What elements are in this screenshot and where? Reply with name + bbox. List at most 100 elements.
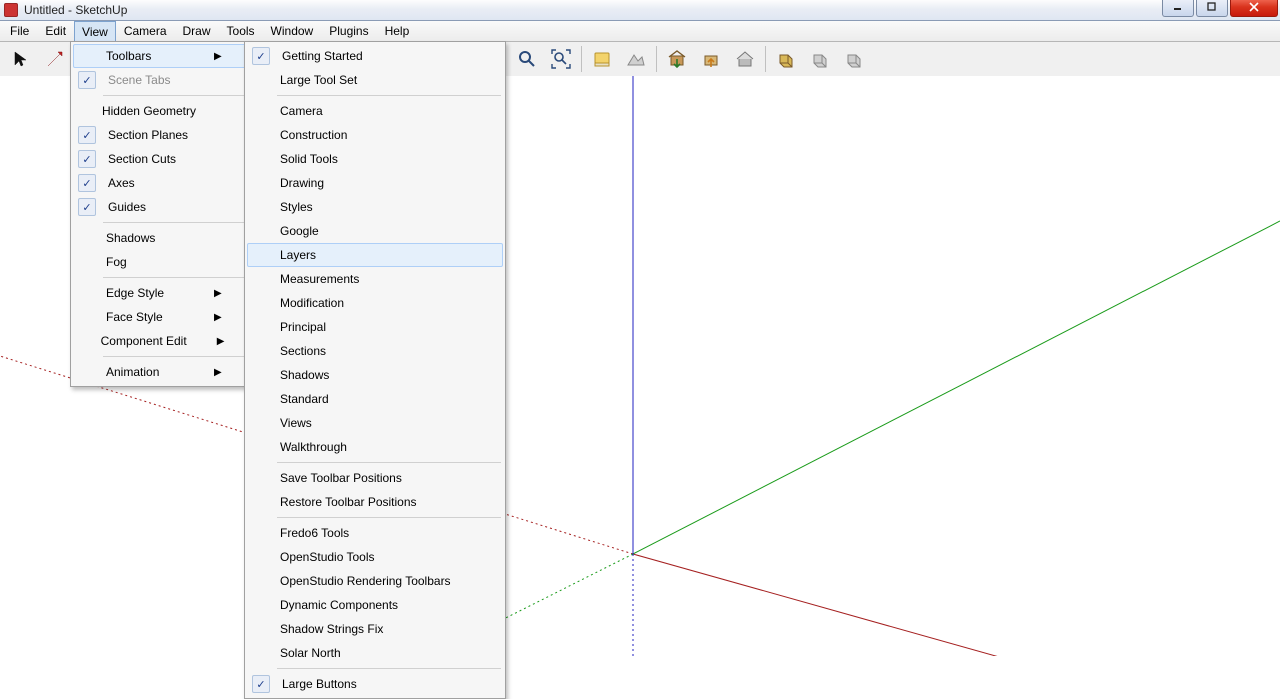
menu-item-label: Shadows xyxy=(98,231,226,245)
view-menu-item[interactable]: Animation▶ xyxy=(73,360,247,384)
menu-item-label: Hidden Geometry xyxy=(94,104,226,118)
warehouse-share-tool[interactable] xyxy=(695,43,727,75)
view-menu-item[interactable]: ✓Section Cuts xyxy=(73,147,247,171)
menu-draw[interactable]: Draw xyxy=(175,21,219,41)
zoom-extents-tool[interactable] xyxy=(545,43,577,75)
check-icon xyxy=(74,251,98,273)
toolbars-menu-item[interactable]: Principal xyxy=(247,315,503,339)
menu-item-label: Sections xyxy=(272,344,482,358)
toolbars-menu-separator xyxy=(277,517,501,518)
menu-item-label: Google xyxy=(272,224,482,238)
menu-camera[interactable]: Camera xyxy=(116,21,175,41)
view-menu-item[interactable]: Hidden Geometry xyxy=(73,99,247,123)
box-tool-1[interactable] xyxy=(770,43,802,75)
close-button[interactable] xyxy=(1230,0,1278,17)
view-menu-separator xyxy=(103,277,245,278)
menu-edit[interactable]: Edit xyxy=(37,21,74,41)
toolbars-menu-item[interactable]: Sections xyxy=(247,339,503,363)
check-icon xyxy=(248,546,272,568)
menu-item-label: Shadows xyxy=(272,368,482,382)
toolbars-menu-separator xyxy=(277,462,501,463)
maximize-button[interactable] xyxy=(1196,0,1228,17)
box-tool-3[interactable] xyxy=(838,43,870,75)
toolbars-menu-item[interactable]: OpenStudio Tools xyxy=(247,545,503,569)
toolbars-menu-item[interactable]: Large Tool Set xyxy=(247,68,503,92)
toolbars-menu-item[interactable]: Layers xyxy=(247,243,503,267)
check-icon xyxy=(248,570,272,592)
toolbars-menu-item[interactable]: Camera xyxy=(247,99,503,123)
toolbar-separator-3 xyxy=(765,46,766,72)
menu-tools[interactable]: Tools xyxy=(219,21,263,41)
toolbars-menu-item[interactable]: Views xyxy=(247,411,503,435)
toolbars-menu-item[interactable]: Drawing xyxy=(247,171,503,195)
check-icon xyxy=(74,45,98,67)
zoom-tool[interactable] xyxy=(511,43,543,75)
toolbar-separator-1 xyxy=(581,46,582,72)
check-icon: ✓ xyxy=(78,71,96,89)
toolbars-menu-separator xyxy=(277,668,501,669)
view-menu-item[interactable]: Shadows xyxy=(73,226,247,250)
menu-item-label: Restore Toolbar Positions xyxy=(272,495,482,509)
view-menu-separator xyxy=(103,95,245,96)
toolbars-menu-item[interactable]: Solid Tools xyxy=(247,147,503,171)
menu-item-label: OpenStudio Rendering Toolbars xyxy=(272,574,482,588)
toolbars-menu-item[interactable]: Restore Toolbar Positions xyxy=(247,490,503,514)
check-icon xyxy=(248,316,272,338)
check-icon xyxy=(248,436,272,458)
check-icon xyxy=(248,618,272,640)
menu-help[interactable]: Help xyxy=(377,21,418,41)
check-icon xyxy=(248,69,272,91)
toolbars-menu-item[interactable]: Solar North xyxy=(247,641,503,665)
box-tool-2[interactable] xyxy=(804,43,836,75)
check-icon xyxy=(248,594,272,616)
toolbars-menu-item[interactable]: Dynamic Components xyxy=(247,593,503,617)
menu-item-label: Shadow Strings Fix xyxy=(272,622,482,636)
view-menu-item: ✓ Scene Tabs xyxy=(73,68,247,92)
toolbars-menu-item[interactable]: Shadow Strings Fix xyxy=(247,617,503,641)
menu-item-label: Fog xyxy=(98,255,226,269)
view-menu-item[interactable]: ✓Axes xyxy=(73,171,247,195)
toolbars-menu-item[interactable]: Standard xyxy=(247,387,503,411)
check-icon xyxy=(248,220,272,242)
view-menu-item[interactable]: ✓Section Planes xyxy=(73,123,247,147)
check-icon xyxy=(74,361,98,383)
check-icon xyxy=(248,292,272,314)
view-menu-item[interactable]: Toolbars▶ xyxy=(73,44,247,68)
toolbars-menu-item[interactable]: Modification xyxy=(247,291,503,315)
toolbars-menu-item[interactable]: Styles xyxy=(247,195,503,219)
minimize-button[interactable] xyxy=(1162,0,1194,17)
check-icon xyxy=(248,148,272,170)
menu-item-label: Scene Tabs xyxy=(100,73,226,87)
menu-window[interactable]: Window xyxy=(263,21,322,41)
menu-item-label: Modification xyxy=(272,296,482,310)
menu-view[interactable]: View xyxy=(74,21,116,41)
line-tool[interactable] xyxy=(39,43,71,75)
menu-file[interactable]: File xyxy=(2,21,37,41)
menu-item-label: Component Edit xyxy=(93,334,217,348)
toolbars-menu-item[interactable]: Save Toolbar Positions xyxy=(247,466,503,490)
view-menu-item[interactable]: Component Edit▶ xyxy=(73,329,247,353)
toolbars-menu-item[interactable]: Google xyxy=(247,219,503,243)
geolocation-tool[interactable] xyxy=(586,43,618,75)
axis-green-pos xyxy=(633,221,1280,554)
menu-item-label: Drawing xyxy=(272,176,482,190)
toggle-terrain-tool[interactable] xyxy=(620,43,652,75)
menu-item-label: Fredo6 Tools xyxy=(272,526,482,540)
toolbars-menu-item[interactable]: Walkthrough xyxy=(247,435,503,459)
warehouse-house-tool[interactable] xyxy=(729,43,761,75)
toolbars-menu-item[interactable]: Measurements xyxy=(247,267,503,291)
toolbars-menu-item[interactable]: Shadows xyxy=(247,363,503,387)
select-tool[interactable] xyxy=(5,43,37,75)
toolbars-menu-item[interactable]: OpenStudio Rendering Toolbars xyxy=(247,569,503,593)
toolbars-menu-item[interactable]: ✓Getting Started xyxy=(247,44,503,68)
view-menu-item[interactable]: Edge Style▶ xyxy=(73,281,247,305)
toolbars-menu-item[interactable]: Fredo6 Tools xyxy=(247,521,503,545)
menu-plugins[interactable]: Plugins xyxy=(321,21,376,41)
view-menu-item[interactable]: ✓Guides xyxy=(73,195,247,219)
warehouse-get-tool[interactable] xyxy=(661,43,693,75)
view-menu-item[interactable]: Fog xyxy=(73,250,247,274)
view-menu-item[interactable]: Face Style▶ xyxy=(73,305,247,329)
toolbars-menu-item[interactable]: ✓Large Buttons xyxy=(247,672,503,696)
check-icon: ✓ xyxy=(78,174,96,192)
toolbars-menu-item[interactable]: Construction xyxy=(247,123,503,147)
